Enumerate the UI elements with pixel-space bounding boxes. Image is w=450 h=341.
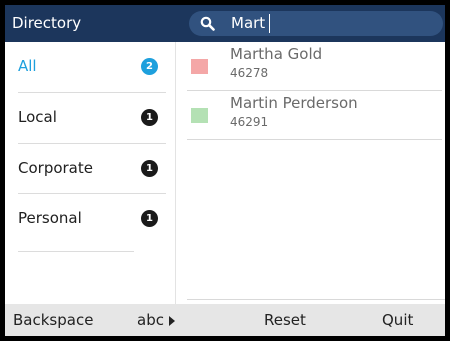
input-mode-label: abc (137, 311, 164, 329)
reset-softkey[interactable]: Reset (264, 304, 306, 336)
divider (18, 251, 134, 252)
category-label: Local (18, 108, 57, 126)
contact-row-martin-perderson[interactable]: Martin Perderson 46291 (187, 91, 442, 140)
count-badge: 1 (141, 210, 158, 227)
contact-number: 46291 (230, 115, 269, 129)
results-list: Martha Gold 46278 Martin Perderson 46291 (176, 42, 445, 304)
count-badge: 1 (141, 109, 158, 126)
page-title: Directory (12, 14, 82, 32)
divider (187, 299, 445, 300)
contact-color-swatch (191, 59, 208, 74)
category-label: Corporate (18, 159, 93, 177)
count-badge: 2 (141, 58, 158, 75)
arrow-right-icon (168, 316, 175, 326)
contact-name: Martha Gold (230, 45, 323, 63)
category-label: All (18, 57, 37, 75)
search-icon (200, 16, 215, 31)
category-local[interactable]: Local 1 (5, 93, 166, 142)
search-field[interactable]: Mart (189, 11, 443, 36)
input-mode-softkey[interactable]: abc (137, 304, 175, 336)
category-all[interactable]: All 2 (5, 42, 166, 91)
category-label: Personal (18, 209, 82, 227)
search-input[interactable]: Mart (231, 11, 265, 36)
category-sidebar: All 2 Local 1 Corporate 1 Personal 1 (5, 42, 176, 304)
text-cursor (269, 14, 270, 33)
directory-screen: Directory Mart All 2 Local 1 Corporate 1… (5, 5, 445, 336)
header-bar: Directory Mart (5, 5, 445, 42)
softkey-bar: Backspace abc Reset Quit (5, 304, 445, 336)
contact-row-martha-gold[interactable]: Martha Gold 46278 (187, 42, 442, 91)
contact-color-swatch (191, 108, 208, 123)
contact-number: 46278 (230, 66, 269, 80)
backspace-softkey[interactable]: Backspace (13, 304, 93, 336)
quit-softkey[interactable]: Quit (382, 304, 413, 336)
category-personal[interactable]: Personal 1 (5, 194, 166, 243)
category-corporate[interactable]: Corporate 1 (5, 144, 166, 193)
contact-name: Martin Perderson (230, 94, 358, 112)
count-badge: 1 (141, 160, 158, 177)
